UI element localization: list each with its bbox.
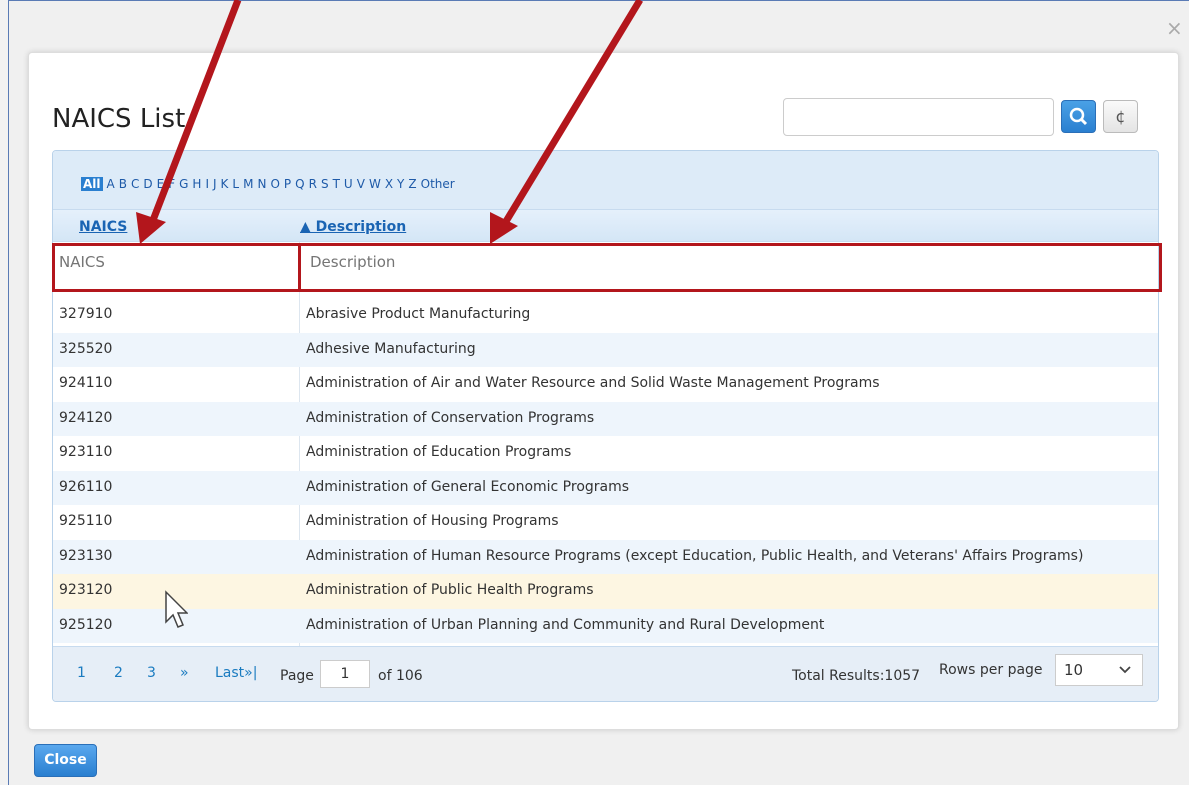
rows-per-page-label: Rows per page — [939, 662, 1043, 678]
dialog-title: NAICS List — [52, 104, 186, 134]
naics-code-cell: 923110 — [59, 444, 113, 460]
description-cell: Administration of Housing Programs — [306, 513, 559, 529]
table-row[interactable]: 325520 Adhesive Manufacturing — [53, 332, 1158, 367]
naics-code-cell: 926110 — [59, 478, 113, 495]
alphabet-filter-j[interactable]: J — [213, 177, 217, 191]
description-cell: Abrasive Product Manufacturing — [306, 306, 531, 322]
table-body: 327910 Abrasive Product Manufacturing 3255… — [53, 298, 1158, 643]
alphabet-filter-d[interactable]: D — [143, 177, 152, 191]
alphabet-list: All A B C D E F G H I J K L M N O P Q R S T U V W X Y Z Other — [81, 177, 459, 191]
close-icon[interactable]: × — [1166, 18, 1183, 38]
description-cell: Administration of Conservation Programs — [306, 409, 595, 426]
chevron-down-icon — [1118, 655, 1132, 696]
column-header-description[interactable]: ▲ Description — [300, 219, 406, 235]
alphabet-filter-bar: All A B C D E F G H I J K L M N O P Q R S T U V W X Y Z Other — [53, 151, 1158, 209]
pager: 1 2 3 » Last»| Page 1 of 106 Total Resul… — [53, 646, 1158, 701]
alphabet-filter-y[interactable]: Y — [397, 177, 404, 191]
alphabet-filter-other[interactable]: Other — [421, 177, 455, 191]
naics-grid: All A B C D E F G H I J K L M N O P Q R S T U V W X Y Z Other NAICS… — [52, 150, 1159, 702]
description-cell: Administration of General Economic Progr… — [306, 478, 630, 495]
refresh-button[interactable]: ¢ — [1103, 100, 1138, 133]
naics-code-cell: 923130 — [59, 547, 113, 564]
alphabet-filter-b[interactable]: B — [119, 177, 127, 191]
total-results: Total Results:1057 — [792, 668, 921, 684]
description-cell: Administration of Public Health Programs — [306, 582, 594, 598]
column-header-naics[interactable]: NAICS — [79, 219, 127, 235]
alphabet-filter-q[interactable]: Q — [295, 177, 304, 191]
alphabet-filter-k[interactable]: K — [221, 177, 229, 191]
alphabet-filter-u[interactable]: U — [344, 177, 353, 191]
alphabet-filter-w[interactable]: W — [369, 177, 381, 191]
table-row[interactable]: 924110 Administration of Air and Water Re… — [53, 367, 1158, 402]
naics-code-cell: 924110 — [59, 375, 113, 391]
alphabet-filter-x[interactable]: X — [385, 177, 393, 191]
alphabet-filter-g[interactable]: G — [179, 177, 188, 191]
page-label: Page — [280, 668, 314, 684]
naics-code-cell: 923120 — [59, 582, 113, 598]
table-row[interactable]: 923120 Administration of Public Health Pr… — [53, 574, 1158, 609]
search-button[interactable] — [1061, 100, 1096, 133]
annotation-box-description — [298, 243, 1162, 292]
close-button[interactable]: Close — [34, 744, 97, 777]
page-number-input[interactable]: 1 — [320, 660, 370, 688]
naics-code-cell: 327910 — [59, 306, 113, 322]
rows-per-page-value: 10 — [1064, 661, 1084, 679]
annotation-box-naics — [52, 243, 301, 292]
page-count: of 106 — [378, 668, 423, 684]
table-row[interactable]: 923110 Administration of Education Progra… — [53, 436, 1158, 471]
table-row[interactable]: 925120 Administration of Urban Planning a… — [53, 608, 1158, 643]
last-page-link[interactable]: Last»| — [215, 665, 257, 681]
header-row: NAICS ▲ Description — [53, 209, 1158, 242]
table-row[interactable]: 926110 Administration of General Economic… — [53, 470, 1158, 505]
search-input[interactable] — [783, 98, 1054, 136]
alphabet-filter-c[interactable]: C — [131, 177, 139, 191]
alphabet-filter-m[interactable]: M — [243, 177, 253, 191]
alphabet-filter-t[interactable]: T — [333, 177, 340, 191]
alphabet-filter-e[interactable]: E — [157, 177, 165, 191]
mouse-cursor-icon — [164, 590, 189, 634]
search-icon — [1069, 107, 1088, 126]
alphabet-filter-v[interactable]: V — [357, 177, 365, 191]
alphabet-filter-z[interactable]: Z — [408, 177, 416, 191]
alphabet-filter-all[interactable]: All — [81, 177, 103, 191]
alphabet-filter-a[interactable]: A — [107, 177, 115, 191]
alphabet-filter-l[interactable]: L — [232, 177, 239, 191]
description-cell: Administration of Urban Planning and Com… — [306, 616, 825, 633]
page-link-2[interactable]: 2 — [114, 665, 123, 681]
table-row[interactable]: 924120 Administration of Conservation Pro… — [53, 401, 1158, 436]
page-link-3[interactable]: 3 — [147, 665, 156, 681]
rows-per-page-select[interactable]: 10 — [1055, 654, 1143, 686]
next-page-link[interactable]: » — [180, 665, 189, 681]
alphabet-filter-i[interactable]: I — [205, 177, 209, 191]
description-cell: Administration of Education Programs — [306, 444, 572, 460]
naics-code-cell: 325520 — [59, 340, 113, 357]
alphabet-filter-n[interactable]: N — [257, 177, 266, 191]
table-row[interactable]: 923130 Administration of Human Resource P… — [53, 539, 1158, 574]
description-cell: Administration of Air and Water Resource… — [306, 375, 880, 391]
alphabet-filter-f[interactable]: F — [168, 177, 175, 191]
description-cell: Administration of Human Resource Program… — [306, 547, 1084, 564]
table-row[interactable]: 925110 Administration of Housing Programs — [53, 505, 1158, 540]
alphabet-filter-h[interactable]: H — [192, 177, 201, 191]
alphabet-filter-r[interactable]: R — [309, 177, 317, 191]
alphabet-filter-s[interactable]: S — [321, 177, 329, 191]
alphabet-filter-o[interactable]: O — [270, 177, 279, 191]
description-cell: Adhesive Manufacturing — [306, 340, 476, 357]
naics-code-cell: 925120 — [59, 616, 113, 633]
naics-code-cell: 925110 — [59, 513, 113, 529]
alphabet-filter-p[interactable]: P — [284, 177, 291, 191]
table-row[interactable]: 327910 Abrasive Product Manufacturing — [53, 298, 1158, 333]
naics-code-cell: 924120 — [59, 409, 113, 426]
page-link-1[interactable]: 1 — [77, 665, 86, 681]
